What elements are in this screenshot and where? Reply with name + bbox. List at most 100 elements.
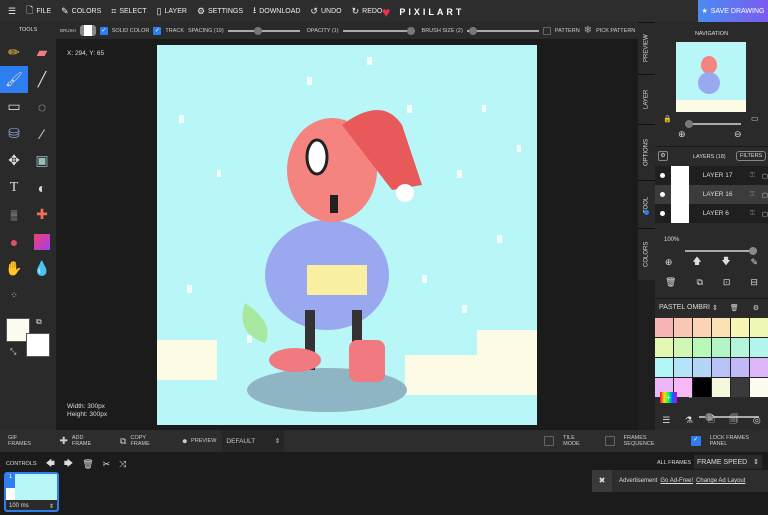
move-tool[interactable]: ✥ [0, 147, 28, 174]
menu-colors[interactable]: ✎ COLORS [61, 6, 101, 17]
hand-tool[interactable]: ✋ [0, 255, 28, 282]
palette-swatch[interactable] [655, 358, 673, 377]
select-arrows-icon[interactable]: ⇕ [712, 304, 718, 312]
select-tool[interactable]: ▣ [28, 147, 56, 174]
secondary-color-swatch[interactable] [26, 333, 50, 357]
frame-thumbnail[interactable]: 1 100 ms ⇕ [4, 472, 59, 512]
palette-select[interactable]: PASTEL OMBRI [659, 304, 710, 311]
text-tool[interactable]: T [0, 174, 28, 201]
lock-frames-checkbox[interactable]: ✓ [690, 436, 701, 446]
add-frame-button[interactable]: ✚ ADD FRAME [59, 435, 104, 447]
delete-frame-icon[interactable]: 🗑 [82, 459, 93, 470]
frame-speed-select[interactable]: FRAME SPEED ⇕ [694, 455, 762, 469]
move-layer-down-icon[interactable]: 🡇 [721, 254, 730, 270]
tab-layer[interactable]: LAYER [638, 74, 655, 124]
merge-up-icon[interactable]: ⊡ [723, 277, 731, 288]
menu-undo[interactable]: ↺ UNDO [310, 6, 341, 17]
shade-tool[interactable]: ◐ [28, 174, 56, 201]
gradient-tool[interactable] [28, 228, 56, 255]
checkbox-icon[interactable]: ▢ [762, 191, 768, 199]
visibility-dot[interactable] [660, 173, 665, 178]
checkbox-icon[interactable]: ▢ [762, 172, 768, 180]
menu-download[interactable]: ⭳ DOWNLOAD [253, 3, 300, 19]
tab-options[interactable]: OPTIONS [638, 124, 655, 180]
spacing-slider[interactable] [227, 26, 300, 35]
palette-swatch[interactable] [693, 338, 711, 357]
palette-swatch[interactable] [712, 378, 730, 397]
lock-icon[interactable]: ⚿ [750, 210, 755, 218]
lock-icon[interactable]: ⚿ [750, 172, 755, 180]
close-ad-icon[interactable]: ✖ [592, 470, 612, 492]
menu-settings[interactable]: ⚙ SETTINGS [197, 6, 243, 17]
pattern-checkbox[interactable] [542, 26, 551, 35]
palette-swatch[interactable] [674, 358, 692, 377]
palette-swatch[interactable] [693, 318, 711, 337]
color-replace-tool[interactable]: ● [0, 228, 28, 255]
shuffle-icon[interactable]: ⤨ [119, 459, 126, 470]
palette-swatch[interactable] [750, 338, 768, 357]
dither-tool[interactable]: ▒ [0, 201, 28, 228]
tab-tool[interactable]: TOOL [638, 180, 655, 228]
filters-button[interactable]: FILTERS [736, 151, 767, 161]
eyedropper-tool[interactable]: ⁄ [28, 120, 56, 147]
pencil-tool[interactable]: ✏ [0, 39, 28, 66]
palette-swatch[interactable] [731, 338, 749, 357]
track-checkbox[interactable]: ✓ [153, 26, 162, 35]
tile-mode-checkbox[interactable] [544, 436, 555, 446]
palette-swatch[interactable] [674, 318, 692, 337]
mode-select[interactable]: DEFAULT ⇕ [222, 430, 285, 452]
change-ad-layout-link[interactable]: Change Ad Layout [696, 478, 745, 484]
cut-frame-icon[interactable]: ✂ [103, 459, 111, 470]
lock-icon[interactable]: ⚿ [750, 191, 755, 199]
brush-shape-toggle[interactable] [79, 25, 96, 36]
menu-layer[interactable]: ▯ LAYER [157, 6, 187, 17]
import-palette-icon[interactable]: 🗎 [708, 412, 715, 428]
add-layer-icon[interactable]: ⊕ [665, 257, 673, 268]
palette-swatch[interactable] [655, 318, 673, 337]
menu-hamburger[interactable]: ☰ [8, 6, 16, 17]
eraser-tool[interactable]: ▰ [28, 39, 56, 66]
layer-item[interactable]: LAYER 17 ⚿ ▢ [655, 166, 768, 185]
visibility-dot[interactable] [660, 211, 665, 216]
move-layer-up-icon[interactable]: 🡅 [692, 254, 701, 270]
palette-swatch[interactable] [693, 358, 711, 377]
line-tool[interactable]: ╱ [28, 66, 56, 93]
save-drawing-button[interactable]: ★ SAVE DRAWING [698, 0, 768, 22]
previous-frame-icon[interactable]: 🡄 [46, 456, 55, 472]
drawing-canvas[interactable] [157, 45, 537, 425]
add-color-button[interactable]: + [660, 392, 677, 403]
go-ad-free-link[interactable]: Go Ad-Free! [660, 478, 693, 484]
delete-layer-icon[interactable]: 🗑 [665, 277, 676, 288]
menu-redo[interactable]: ↻ REDO [352, 6, 383, 17]
zoom-out-icon[interactable]: ⊖ [734, 129, 742, 140]
menu-file[interactable]: 🗋 FILE [26, 3, 51, 19]
layer-item[interactable]: LAYER 16 ⚿ ▢ [655, 185, 768, 204]
palette-settings-icon[interactable]: ⚙ [753, 304, 759, 312]
zoom-slider[interactable] [685, 120, 741, 128]
checkbox-icon[interactable]: ▢ [762, 210, 768, 218]
palette-swatch[interactable] [712, 338, 730, 357]
reset-colors-icon[interactable]: ⤡ [10, 347, 16, 357]
tab-preview[interactable]: PREVIEW [638, 22, 655, 74]
layer-opacity-slider[interactable] [685, 247, 757, 255]
delete-palette-icon[interactable]: 🗑 [730, 304, 739, 312]
palette-swatch[interactable] [750, 318, 768, 337]
palette-swatch[interactable] [731, 378, 749, 397]
preview-button[interactable]: ⏺ PREVIEW [183, 436, 217, 447]
flask-icon[interactable]: ⚗ [685, 415, 693, 426]
export-palette-icon[interactable]: 🗐 [729, 412, 738, 428]
visibility-dot[interactable] [660, 192, 665, 197]
pixilart-logo[interactable]: ♥ PIXILART [382, 4, 464, 20]
palette-swatch[interactable] [655, 338, 673, 357]
layer-item[interactable]: LAYER 6 ⚿ ▢ [655, 204, 768, 223]
tab-colors[interactable]: COLORS [638, 228, 655, 280]
palette-swatch[interactable] [712, 358, 730, 377]
fill-tool[interactable]: ⛁ [0, 120, 28, 147]
zoom-in-icon[interactable]: ⊕ [678, 129, 686, 140]
lock-icon[interactable]: 🔒 [663, 115, 672, 123]
palette-swatch[interactable] [674, 338, 692, 357]
palette-swatch[interactable] [731, 318, 749, 337]
circle-tool[interactable]: ◌ [28, 93, 56, 120]
brush-size-slider[interactable] [466, 26, 539, 35]
palette-swatch[interactable] [750, 378, 768, 397]
